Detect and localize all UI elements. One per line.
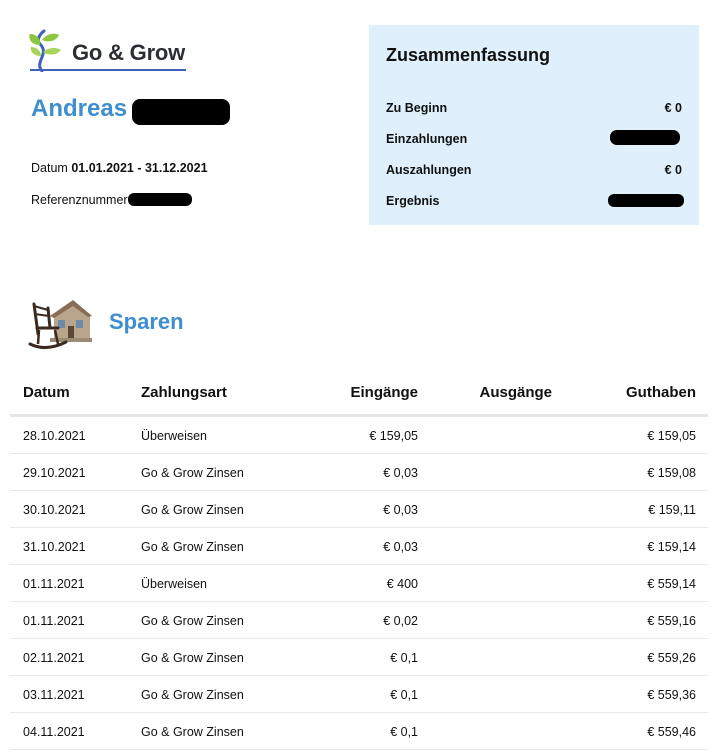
column-header-balance: Guthaben	[626, 384, 696, 401]
section-title-savings: Sparen	[109, 309, 184, 334]
table-row: 02.11.2021 Go & Grow Zinsen € 0,1 € 559,…	[10, 639, 708, 676]
cell-incoming: € 0,1	[390, 725, 418, 739]
redacted-last-name	[132, 99, 230, 125]
summary-label: Zu Beginn	[386, 101, 448, 115]
table-row: 30.10.2021 Go & Grow Zinsen € 0,03 € 159…	[10, 491, 708, 528]
cell-payment-type: Go & Grow Zinsen	[141, 614, 244, 628]
cell-incoming: € 0,02	[383, 614, 418, 628]
cell-date: 03.11.2021	[23, 688, 85, 702]
cell-balance: € 559,14	[647, 577, 696, 591]
cell-payment-type: Go & Grow Zinsen	[141, 466, 244, 480]
cell-date: 30.10.2021	[23, 503, 86, 517]
cell-date: 01.11.2021	[23, 614, 85, 628]
statement-period: Datum 01.01.2021 - 31.12.2021	[31, 161, 208, 175]
cell-balance: € 559,46	[647, 725, 696, 739]
table-row: 04.11.2021 Go & Grow Zinsen € 0,1 € 559,…	[10, 713, 708, 750]
cell-date: 28.10.2021	[23, 429, 86, 443]
cell-payment-type: Go & Grow Zinsen	[141, 503, 244, 517]
reference-label: Referenznummer	[31, 193, 128, 207]
column-header-payment-type: Zahlungsart	[141, 384, 227, 401]
redacted-reference-number	[128, 193, 192, 206]
summary-value: € 0	[664, 101, 682, 115]
cell-payment-type: Go & Grow Zinsen	[141, 725, 244, 739]
transactions-table: Datum Zahlungsart Eingänge Ausgänge Guth…	[10, 376, 708, 750]
column-header-incoming: Eingänge	[350, 384, 418, 401]
cell-incoming: € 0,1	[390, 688, 418, 702]
cell-date: 04.11.2021	[23, 725, 85, 739]
table-row: 01.11.2021 Go & Grow Zinsen € 0,02 € 559…	[10, 602, 708, 639]
redacted-result-value	[608, 194, 684, 207]
date-label: Datum	[31, 161, 68, 175]
cell-balance: € 559,26	[647, 651, 696, 665]
cell-payment-type: Überweisen	[141, 577, 208, 591]
cell-balance: € 559,36	[647, 688, 696, 702]
cell-balance: € 159,14	[647, 540, 696, 554]
cell-incoming: € 0,03	[383, 503, 418, 517]
summary-row-start: Zu Beginn € 0	[386, 101, 682, 119]
summary-label: Einzahlungen	[386, 132, 468, 146]
rocking-chair-house-icon	[28, 300, 92, 349]
brand-name: Go & Grow	[72, 40, 186, 65]
date-range: 01.01.2021 - 31.12.2021	[71, 161, 208, 175]
cell-incoming: € 0,1	[390, 651, 418, 665]
table-row: 03.11.2021 Go & Grow Zinsen € 0,1 € 559,…	[10, 676, 708, 713]
summary-label: Auszahlungen	[386, 163, 472, 177]
table-header: Datum Zahlungsart Eingänge Ausgänge Guth…	[10, 376, 708, 417]
table-row: 31.10.2021 Go & Grow Zinsen € 0,03 € 159…	[10, 528, 708, 565]
cell-date: 31.10.2021	[23, 540, 86, 554]
table-row: 29.10.2021 Go & Grow Zinsen € 0,03 € 159…	[10, 454, 708, 491]
cell-payment-type: Go & Grow Zinsen	[141, 688, 244, 702]
go-and-grow-logo: Go & Grow	[28, 28, 186, 74]
cell-payment-type: Überweisen	[141, 429, 208, 443]
sprout-icon	[29, 29, 61, 72]
cell-incoming: € 159,05	[369, 429, 418, 443]
column-header-outgoing: Ausgänge	[479, 384, 552, 401]
cell-balance: € 559,16	[647, 614, 696, 628]
cell-payment-type: Go & Grow Zinsen	[141, 651, 244, 665]
table-row: 01.11.2021 Überweisen € 400 € 559,14	[10, 565, 708, 602]
summary-label: Ergebnis	[386, 194, 440, 208]
reference-number: Referenznummer	[31, 193, 128, 207]
summary-box: Zusammenfassung Zu Beginn € 0 Einzahlung…	[369, 25, 699, 225]
customer-name: Andreas	[31, 95, 128, 122]
cell-incoming: € 400	[386, 577, 418, 591]
summary-row-withdrawals: Auszahlungen € 0	[386, 163, 682, 181]
redacted-deposits-value	[610, 130, 680, 145]
logo-underline	[30, 69, 186, 71]
cell-payment-type: Go & Grow Zinsen	[141, 540, 244, 554]
cell-date: 02.11.2021	[23, 651, 85, 665]
summary-title: Zusammenfassung	[386, 45, 551, 65]
table-row: 28.10.2021 Überweisen € 159,05 € 159,05	[10, 417, 708, 454]
cell-balance: € 159,08	[647, 466, 696, 480]
column-header-date: Datum	[23, 384, 70, 401]
cell-balance: € 159,05	[647, 429, 696, 443]
cell-incoming: € 0,03	[383, 466, 418, 480]
summary-value: € 0	[664, 163, 682, 177]
cell-date: 01.11.2021	[23, 577, 85, 591]
cell-date: 29.10.2021	[23, 466, 86, 480]
cell-incoming: € 0,03	[383, 540, 418, 554]
cell-balance: € 159,11	[648, 503, 696, 517]
